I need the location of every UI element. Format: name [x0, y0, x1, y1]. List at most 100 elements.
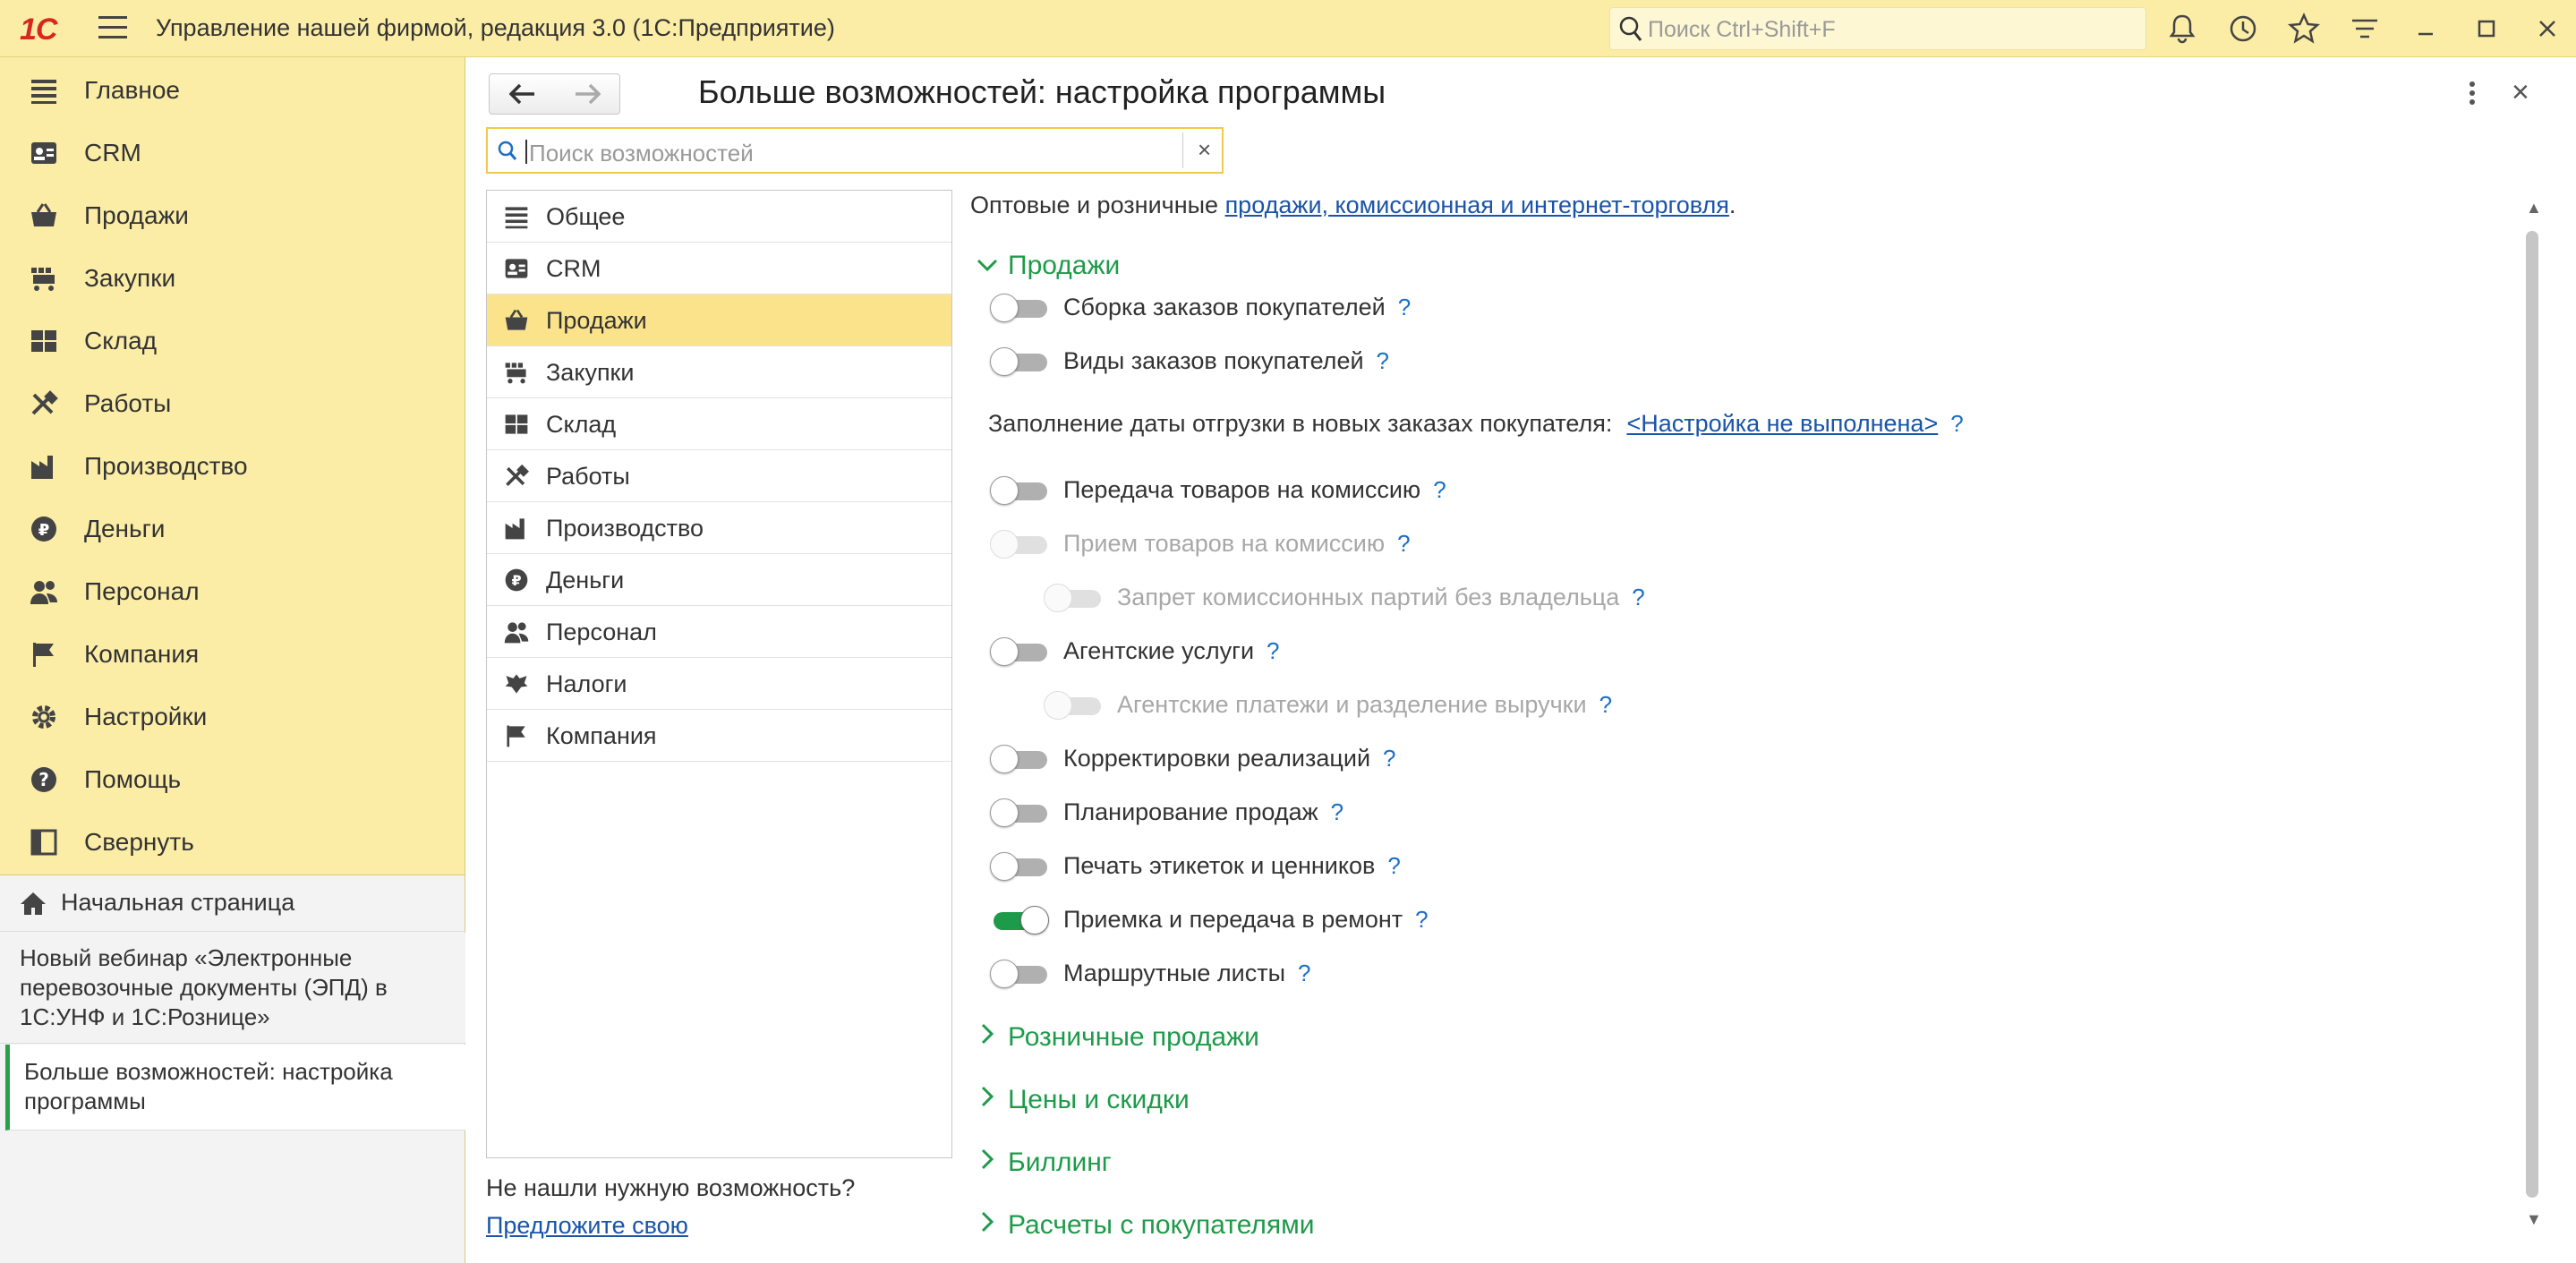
option-text: Передача товаров на комиссию	[1063, 476, 1421, 503]
section-sales[interactable]: Продажи	[976, 251, 1120, 281]
help-icon[interactable]: ?	[1599, 691, 1612, 718]
category-item-6[interactable]: Работы	[487, 450, 951, 502]
category-item-2[interactable]: CRM	[487, 243, 951, 294]
sidebar-item-9[interactable]: Персонал	[0, 560, 465, 623]
category-item-3[interactable]: Продажи	[487, 294, 951, 346]
help-icon[interactable]: ?	[1950, 410, 1963, 437]
category-item-8[interactable]: ₽ Деньги	[487, 554, 951, 606]
option-text: Сборка заказов покупателей	[1063, 294, 1386, 320]
help-icon[interactable]: ?	[1397, 530, 1410, 557]
sidebar-item-8[interactable]: ₽ Деньги	[0, 498, 465, 560]
category-item-9[interactable]: Персонал	[487, 606, 951, 658]
category-item-5[interactable]: Склад	[487, 398, 951, 450]
filter-icon[interactable]	[2347, 11, 2383, 47]
list-icon	[29, 76, 59, 105]
category-item-10[interactable]: Налоги	[487, 658, 951, 710]
scrollbar-thumb[interactable]	[2526, 231, 2538, 1198]
option-text: Корректировки реализаций	[1063, 745, 1371, 772]
sidebar-item-11[interactable]: Настройки	[0, 686, 465, 748]
gear-icon	[29, 703, 59, 731]
window-close-icon[interactable]	[2529, 11, 2565, 47]
option-text: Агентские услуги	[1063, 637, 1255, 664]
svg-text:?: ?	[38, 769, 49, 790]
option-toggle[interactable]	[990, 294, 1049, 322]
current-page-link[interactable]: Больше возможностей: настройка программы	[5, 1045, 465, 1131]
sidebar-item-13[interactable]: Свернуть	[0, 811, 465, 874]
help-icon[interactable]: ?	[1331, 798, 1343, 825]
menu-icon[interactable]	[98, 16, 127, 41]
help-icon[interactable]: ?	[1383, 745, 1395, 772]
section-settlements[interactable]: Расчеты с покупателями	[976, 1210, 1315, 1241]
help-icon[interactable]: ?	[1377, 347, 1389, 374]
sidebar-item-label: Свернуть	[84, 828, 194, 856]
help-icon[interactable]: ?	[1433, 476, 1446, 503]
close-icon[interactable]: ×	[2512, 77, 2542, 107]
sidebar-item-10[interactable]: Компания	[0, 623, 465, 686]
section-retail[interactable]: Розничные продажи	[976, 1022, 1259, 1053]
more-icon[interactable]	[2461, 79, 2483, 107]
option-toggle[interactable]	[990, 960, 1049, 988]
category-item-4[interactable]: Закупки	[487, 346, 951, 398]
crm-icon	[29, 139, 59, 167]
section-prices[interactable]: Цены и скидки	[976, 1085, 1190, 1115]
sidebar-item-label: Работы	[84, 389, 172, 417]
sidebar-item-3[interactable]: Продажи	[0, 184, 465, 247]
clear-search-icon[interactable]: ×	[1198, 136, 1211, 164]
sidebar-item-5[interactable]: Склад	[0, 310, 465, 372]
feature-search-input[interactable]: Поиск возможностей ×	[486, 127, 1224, 174]
option-toggle[interactable]	[990, 852, 1049, 881]
sidebar-item-2[interactable]: CRM	[0, 122, 465, 184]
chevron-right-icon	[981, 1023, 994, 1045]
history-icon[interactable]	[2225, 11, 2261, 47]
scroll-up-icon[interactable]: ▲	[2526, 199, 2542, 218]
option-toggle[interactable]	[990, 476, 1049, 505]
option-toggle[interactable]	[990, 798, 1049, 827]
bell-icon[interactable]	[2164, 11, 2200, 47]
section-billing-label: Биллинг	[1008, 1148, 1112, 1177]
category-item-11[interactable]: Компания	[487, 710, 951, 762]
people-icon	[503, 619, 530, 645]
app-logo[interactable]: 1С	[20, 13, 57, 47]
option-text: Виды заказов покупателей	[1063, 347, 1364, 374]
help-icon[interactable]: ?	[1398, 294, 1411, 320]
option-toggle[interactable]	[990, 906, 1049, 934]
category-label: Закупки	[546, 359, 635, 386]
fill-date-link[interactable]: <Настройка не выполнена>	[1626, 410, 1938, 437]
section-billing[interactable]: Биллинг	[976, 1148, 1112, 1178]
star-icon[interactable]	[2286, 11, 2322, 47]
scroll-down-icon[interactable]: ▼	[2526, 1210, 2542, 1229]
webinar-page-link[interactable]: Новый вебинар «Электронные перевозочные …	[0, 933, 465, 1044]
intro-link[interactable]: продажи, комиссионная и интернет-торговл…	[1225, 192, 1729, 218]
arrow-right-icon	[576, 83, 601, 105]
sidebar-item-4[interactable]: Закупки	[0, 247, 465, 310]
sidebar-item-1[interactable]: Главное	[0, 59, 465, 122]
back-button[interactable]	[489, 73, 555, 115]
intro-text: Оптовые и розничные продажи, комиссионна…	[970, 192, 1736, 219]
category-label: Налоги	[546, 670, 627, 697]
category-item-1[interactable]: Общее	[487, 191, 951, 243]
forward-button[interactable]	[554, 73, 620, 115]
help-icon[interactable]: ?	[1298, 960, 1310, 986]
help-icon[interactable]: ?	[1387, 852, 1400, 879]
sidebar-item-7[interactable]: Производство	[0, 435, 465, 498]
help-icon[interactable]: ?	[1415, 906, 1428, 933]
category-label: Деньги	[546, 567, 625, 593]
help-icon[interactable]: ?	[1632, 584, 1644, 610]
category-item-7[interactable]: Производство	[487, 502, 951, 554]
sidebar-item-6[interactable]: Работы	[0, 372, 465, 435]
home-page-link[interactable]: Начальная страница	[0, 875, 465, 932]
category-label: Склад	[546, 411, 617, 438]
intro-prefix: Оптовые и розничные	[970, 192, 1225, 218]
global-search-input[interactable]: Поиск Ctrl+Shift+F	[1609, 7, 2146, 50]
option-toggle[interactable]	[990, 745, 1049, 773]
feature-search-placeholder: Поиск возможностей	[529, 140, 754, 166]
help-icon[interactable]: ?	[1267, 637, 1279, 664]
sidebar-item-12[interactable]: ? Помощь	[0, 748, 465, 811]
minimize-icon[interactable]	[2408, 11, 2444, 47]
suggest-feature-link[interactable]: Предложите свою	[486, 1212, 688, 1240]
sidebar-item-label: Продажи	[84, 201, 189, 229]
maximize-icon[interactable]	[2469, 11, 2504, 47]
option-toggle[interactable]	[990, 347, 1049, 376]
option-toggle[interactable]	[990, 637, 1049, 666]
not-found-text: Не нашли нужную возможность?	[486, 1174, 856, 1201]
